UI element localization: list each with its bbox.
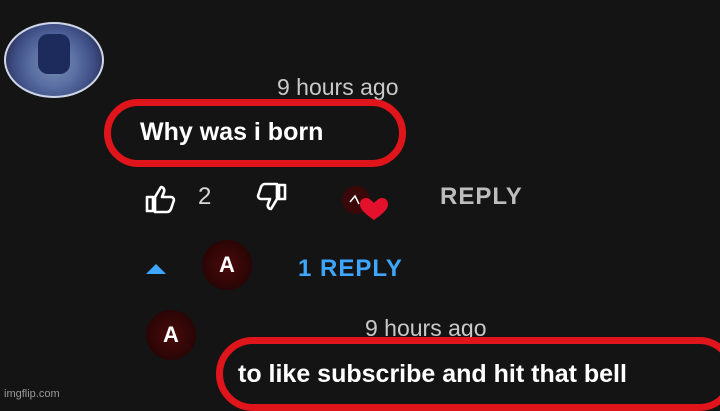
avatar-face [38, 34, 70, 74]
comment-text: Why was i born [140, 118, 324, 146]
view-replies-link[interactable]: 1 REPLY [298, 255, 403, 283]
creator-heart-icon[interactable] [340, 184, 390, 224]
dislike-icon[interactable] [254, 182, 288, 212]
reply-avatar[interactable]: A [146, 310, 196, 360]
commenter-avatar[interactable] [4, 22, 104, 98]
like-count: 2 [198, 183, 212, 210]
reply-text: to like subscribe and hit that bell [238, 360, 627, 388]
reply-button[interactable]: REPLY [440, 183, 523, 211]
reply-author-avatar-small[interactable]: A [202, 240, 252, 290]
like-icon[interactable] [144, 184, 178, 214]
watermark: imgflip.com [4, 388, 60, 400]
comment-timestamp: 9 hours ago [277, 74, 399, 100]
caret-up-icon[interactable] [146, 264, 166, 274]
